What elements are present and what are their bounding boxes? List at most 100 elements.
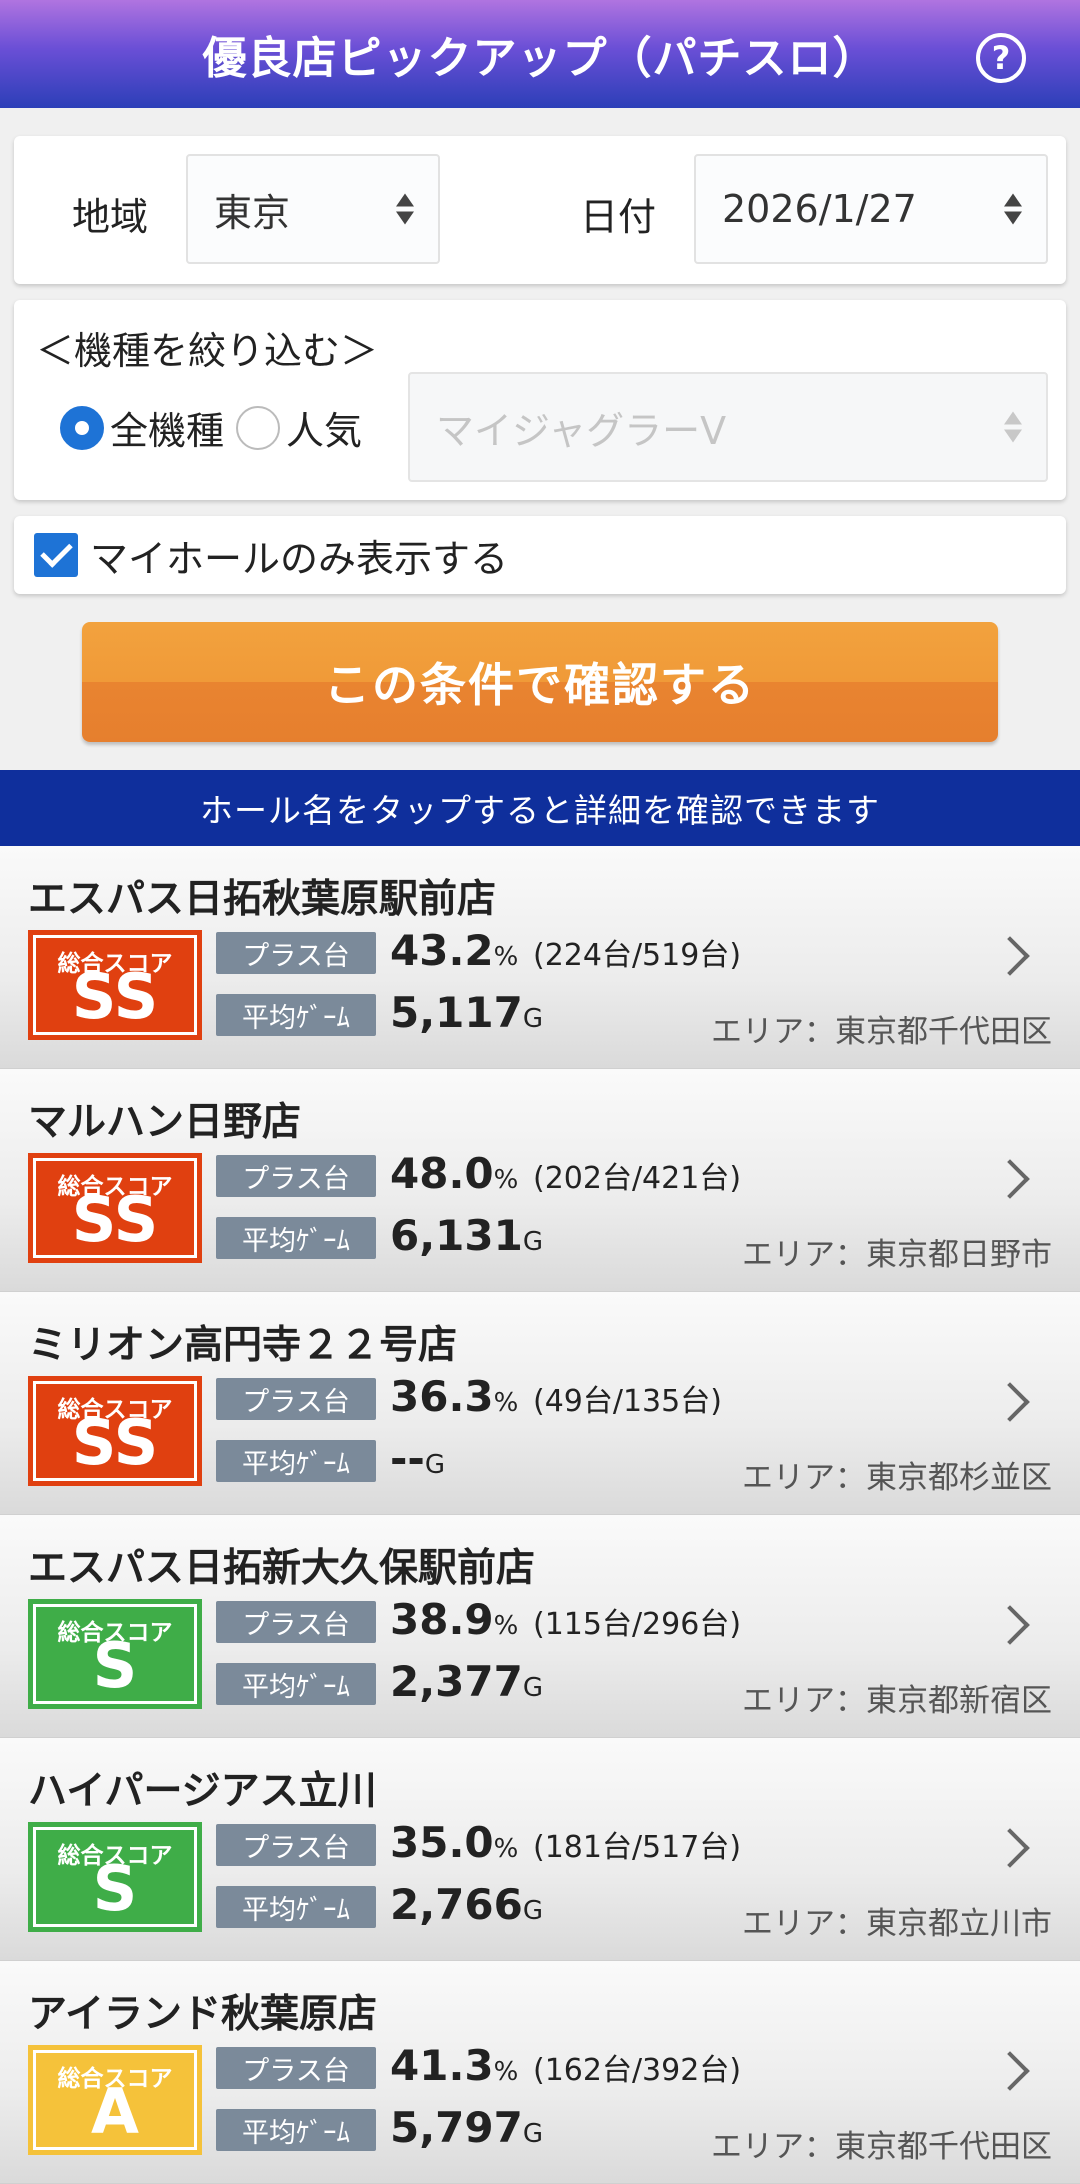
percent-unit: % — [493, 1834, 519, 1864]
plus-rate-value: 36.3% (49台/135台) — [390, 1372, 722, 1421]
date-select[interactable]: 2026/1/27 — [694, 154, 1048, 264]
hall-area: エリア：東京都立川市 — [742, 1906, 1052, 1942]
avg-games-tag: 平均ｹﾞｰﾑ — [216, 994, 376, 1036]
radio-unselected-icon — [236, 405, 280, 450]
radio-all-models[interactable]: 全機種 — [60, 400, 224, 455]
plus-rate-number: 43.2 — [390, 926, 494, 975]
plus-rate-number: 38.9 — [390, 1595, 494, 1644]
plus-rate-value: 35.0% (181台/517台) — [390, 1818, 741, 1867]
myhall-checkbox[interactable] — [34, 533, 78, 577]
select-arrows-icon — [396, 193, 414, 225]
hall-list-item[interactable]: エスパス日拓秋葉原駅前店 総合スコア SS プラス台 43.2% (224台/5… — [0, 846, 1080, 1069]
hall-list-item[interactable]: マルハン日野店 総合スコア SS プラス台 48.0% (202台/421台) … — [0, 1069, 1080, 1292]
region-select-value: 東京 — [214, 190, 291, 235]
app-header: 優良店ピックアップ（パチスロ） ? — [0, 0, 1080, 108]
game-unit: G — [424, 1450, 446, 1480]
avg-games-number: 2,377 — [390, 1657, 523, 1706]
avg-games-number: 5,797 — [390, 2103, 523, 2152]
game-unit: G — [522, 1896, 544, 1926]
model-filter-panel: ＜機種を絞り込む＞ 全機種 人気 マイジャグラーV — [14, 300, 1066, 500]
plus-count: (115台/296台) — [532, 1607, 742, 1642]
plus-rate-value: 43.2% (224台/519台) — [390, 926, 741, 975]
avg-games-value: 2,766G — [390, 1880, 543, 1929]
plus-machines-tag: プラス台 — [216, 1378, 376, 1420]
avg-games-number: 5,117 — [390, 988, 523, 1037]
percent-unit: % — [493, 2057, 519, 2087]
total-score-badge: 総合スコア SS — [28, 930, 202, 1040]
select-arrows-icon — [1004, 193, 1022, 225]
hall-list: エスパス日拓秋葉原駅前店 総合スコア SS プラス台 43.2% (224台/5… — [0, 846, 1080, 2184]
avg-games-number: 2,766 — [390, 1880, 523, 1929]
select-arrows-icon — [1004, 411, 1022, 443]
avg-games-tag: 平均ｹﾞｰﾑ — [216, 1217, 376, 1259]
hall-name[interactable]: ハイパージアス立川 — [28, 1760, 377, 1816]
plus-machines-tag: プラス台 — [216, 2047, 376, 2089]
score-rank: A — [91, 2075, 139, 2148]
chevron-right-icon[interactable] — [990, 936, 1030, 976]
total-score-badge: 総合スコア S — [28, 1599, 202, 1709]
hall-list-item[interactable]: エスパス日拓新大久保駅前店 総合スコア S プラス台 38.9% (115台/2… — [0, 1515, 1080, 1738]
chevron-right-icon[interactable] — [990, 1382, 1030, 1422]
help-icon[interactable]: ? — [976, 33, 1026, 83]
hall-list-item[interactable]: ミリオン高円寺２２号店 総合スコア SS プラス台 36.3% (49台/135… — [0, 1292, 1080, 1515]
model-select[interactable]: マイジャグラーV — [408, 372, 1048, 482]
plus-rate-number: 41.3 — [390, 2041, 494, 2090]
hall-area: エリア：東京都新宿区 — [742, 1683, 1052, 1719]
avg-games-value: 6,131G — [390, 1211, 543, 1260]
hall-name[interactable]: エスパス日拓秋葉原駅前店 — [28, 868, 496, 924]
avg-games-number: -- — [390, 1434, 425, 1483]
avg-games-tag: 平均ｹﾞｰﾑ — [216, 1886, 376, 1928]
plus-count: (181台/517台) — [532, 1830, 742, 1865]
plus-count: (202台/421台) — [532, 1161, 742, 1196]
hall-list-item[interactable]: ハイパージアス立川 総合スコア S プラス台 35.0% (181台/517台)… — [0, 1738, 1080, 1961]
score-rank: S — [92, 1852, 138, 1925]
hall-name[interactable]: マルハン日野店 — [28, 1091, 301, 1147]
hall-name[interactable]: ミリオン高円寺２２号店 — [28, 1314, 457, 1370]
hall-name[interactable]: エスパス日拓新大久保駅前店 — [28, 1537, 535, 1593]
avg-games-value: 5,797G — [390, 2103, 543, 2152]
score-rank: SS — [71, 1183, 159, 1256]
region-label: 地域 — [72, 195, 149, 239]
plus-machines-tag: プラス台 — [216, 932, 376, 974]
hall-area: エリア：東京都千代田区 — [711, 1014, 1052, 1050]
confirm-button[interactable]: この条件で確認する — [82, 622, 998, 742]
region-date-panel: 地域 東京 日付 2026/1/27 — [14, 136, 1066, 284]
total-score-badge: 総合スコア SS — [28, 1153, 202, 1263]
avg-games-tag: 平均ｹﾞｰﾑ — [216, 1440, 376, 1482]
region-select[interactable]: 東京 — [186, 154, 440, 264]
model-filter-heading: ＜機種を絞り込む＞ — [36, 329, 379, 373]
plus-rate-value: 38.9% (115台/296台) — [390, 1595, 741, 1644]
hall-name[interactable]: アイランド秋葉原店 — [28, 1983, 377, 2039]
plus-rate-number: 48.0 — [390, 1149, 494, 1198]
hall-list-item[interactable]: アイランド秋葉原店 総合スコア A プラス台 41.3% (162台/392台)… — [0, 1961, 1080, 2184]
total-score-badge: 総合スコア SS — [28, 1376, 202, 1486]
avg-games-value: --G — [390, 1434, 445, 1483]
score-rank: SS — [71, 1406, 159, 1479]
score-rank: S — [92, 1629, 138, 1702]
chevron-right-icon[interactable] — [990, 1159, 1030, 1199]
chevron-right-icon[interactable] — [990, 1828, 1030, 1868]
avg-games-number: 6,131 — [390, 1211, 523, 1260]
plus-rate-value: 41.3% (162台/392台) — [390, 2041, 741, 2090]
chevron-right-icon[interactable] — [990, 1605, 1030, 1645]
avg-games-value: 5,117G — [390, 988, 543, 1037]
myhall-panel: マイホールのみ表示する — [14, 516, 1066, 594]
avg-games-tag: 平均ｹﾞｰﾑ — [216, 1663, 376, 1705]
tap-notice: ホール名をタップすると詳細を確認できます — [0, 770, 1080, 846]
hall-area: エリア：東京都千代田区 — [711, 2129, 1052, 2165]
game-unit: G — [522, 2119, 544, 2149]
percent-unit: % — [493, 1165, 519, 1195]
page-title: 優良店ピックアップ（パチスロ） — [202, 33, 878, 84]
myhall-label[interactable]: マイホールのみ表示する — [90, 528, 508, 583]
model-select-value: マイジャグラーV — [436, 408, 727, 453]
radio-popular[interactable]: 人気 — [236, 400, 362, 455]
avg-games-value: 2,377G — [390, 1657, 543, 1706]
plus-count: (224台/519台) — [532, 938, 742, 973]
percent-unit: % — [493, 1611, 519, 1641]
total-score-badge: 総合スコア S — [28, 1822, 202, 1932]
chevron-right-icon[interactable] — [990, 2051, 1030, 2091]
game-unit: G — [522, 1004, 544, 1034]
radio-selected-icon — [60, 405, 104, 450]
plus-machines-tag: プラス台 — [216, 1824, 376, 1866]
plus-count: (49台/135台) — [532, 1384, 722, 1419]
